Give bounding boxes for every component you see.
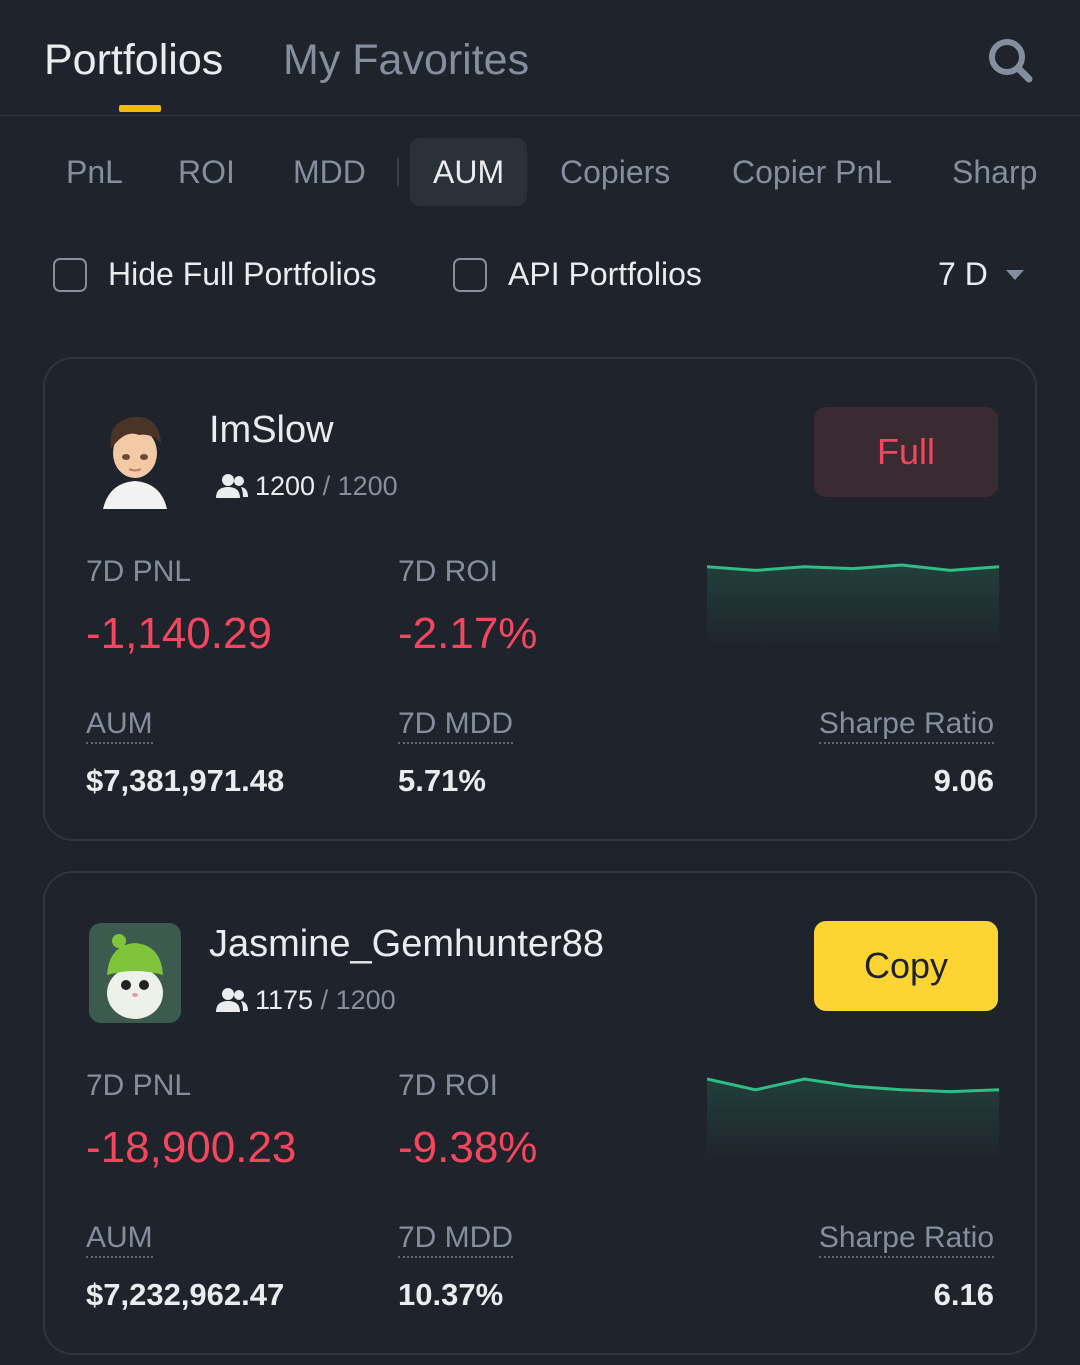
api-portfolios-checkbox[interactable]	[453, 258, 487, 292]
hide-full-checkbox[interactable]	[53, 258, 87, 292]
sort-divider	[397, 158, 399, 186]
copiers-icon	[216, 988, 248, 1012]
portfolio-card[interactable]: ImSlow 1200 / 1200 Full 7D PNL -1,140.29…	[43, 357, 1037, 841]
avatar	[89, 409, 181, 509]
sort-tab-pnl[interactable]: PnL	[66, 138, 123, 206]
portfolio-name[interactable]: Jasmine_Gemhunter88	[209, 923, 604, 966]
sharpe-label[interactable]: Sharpe Ratio	[818, 707, 994, 744]
mdd-value: 5.71%	[398, 763, 486, 798]
sort-tab-aum[interactable]: AUM	[410, 138, 528, 206]
copy-button[interactable]: Copy	[814, 921, 998, 1011]
sparkline-area	[707, 565, 999, 649]
aum-value: $7,381,971.48	[86, 763, 285, 798]
sharpe-value: 9.06	[933, 763, 994, 798]
copiers-max: / 1200	[320, 985, 396, 1015]
copiers-current: 1200	[255, 471, 316, 501]
portfolio-card[interactable]: Jasmine_Gemhunter88 1175 / 1200 Copy 7D …	[43, 871, 1037, 1355]
mdd-value: 10.37%	[398, 1277, 504, 1312]
tab-portfolios[interactable]: Portfolios	[44, 36, 223, 85]
mdd-label[interactable]: 7D MDD	[398, 707, 514, 744]
period-dropdown[interactable]: 7 D	[938, 256, 988, 293]
aum-value: $7,232,962.47	[86, 1277, 285, 1312]
copiers-icon	[216, 474, 248, 498]
sort-tab-roi[interactable]: ROI	[178, 138, 235, 206]
top-tab-bar: Portfolios My Favorites	[0, 0, 1080, 116]
sparkline-line	[707, 563, 999, 572]
search-icon[interactable]	[986, 36, 1034, 84]
chevron-down-icon[interactable]	[1006, 270, 1024, 280]
sort-tab-bar: PnL ROI MDD AUM Copiers Copier PnL Sharp	[0, 138, 1080, 208]
sparkline-chart	[707, 563, 999, 649]
copiers-max: / 1200	[322, 471, 398, 501]
mdd-label[interactable]: 7D MDD	[398, 1221, 514, 1258]
copiers-count: 1200 / 1200	[255, 471, 398, 502]
sharpe-value: 6.16	[933, 1277, 994, 1312]
sort-tab-copier-pnl[interactable]: Copier PnL	[732, 138, 892, 206]
sharpe-label[interactable]: Sharpe Ratio	[818, 1221, 994, 1258]
active-tab-indicator	[119, 105, 161, 112]
sort-tab-mdd[interactable]: MDD	[293, 138, 366, 206]
roi-value: -9.38%	[398, 1123, 538, 1172]
avatar	[89, 923, 181, 1023]
roi-label: 7D ROI	[398, 555, 499, 588]
pnl-value: -1,140.29	[86, 609, 272, 658]
api-portfolios-label: API Portfolios	[508, 256, 702, 292]
sparkline-chart	[707, 1077, 999, 1163]
roi-label: 7D ROI	[398, 1069, 499, 1102]
sort-tab-copiers[interactable]: Copiers	[560, 138, 670, 206]
roi-value: -2.17%	[398, 609, 538, 658]
sort-tab-sharpe[interactable]: Sharp	[952, 138, 1037, 206]
filter-row: Hide Full Portfolios API Portfolios 7 D	[0, 250, 1080, 304]
copiers-count: 1175 / 1200	[255, 985, 396, 1016]
aum-label[interactable]: AUM	[86, 1221, 153, 1258]
hide-full-label: Hide Full Portfolios	[108, 256, 377, 292]
tab-my-favorites[interactable]: My Favorites	[283, 36, 529, 85]
full-button[interactable]: Full	[814, 407, 998, 497]
portfolio-name[interactable]: ImSlow	[209, 409, 334, 452]
copiers-current: 1175	[255, 985, 314, 1015]
aum-label[interactable]: AUM	[86, 707, 153, 744]
pnl-label: 7D PNL	[86, 555, 192, 588]
pnl-label: 7D PNL	[86, 1069, 192, 1102]
pnl-value: -18,900.23	[86, 1123, 297, 1172]
